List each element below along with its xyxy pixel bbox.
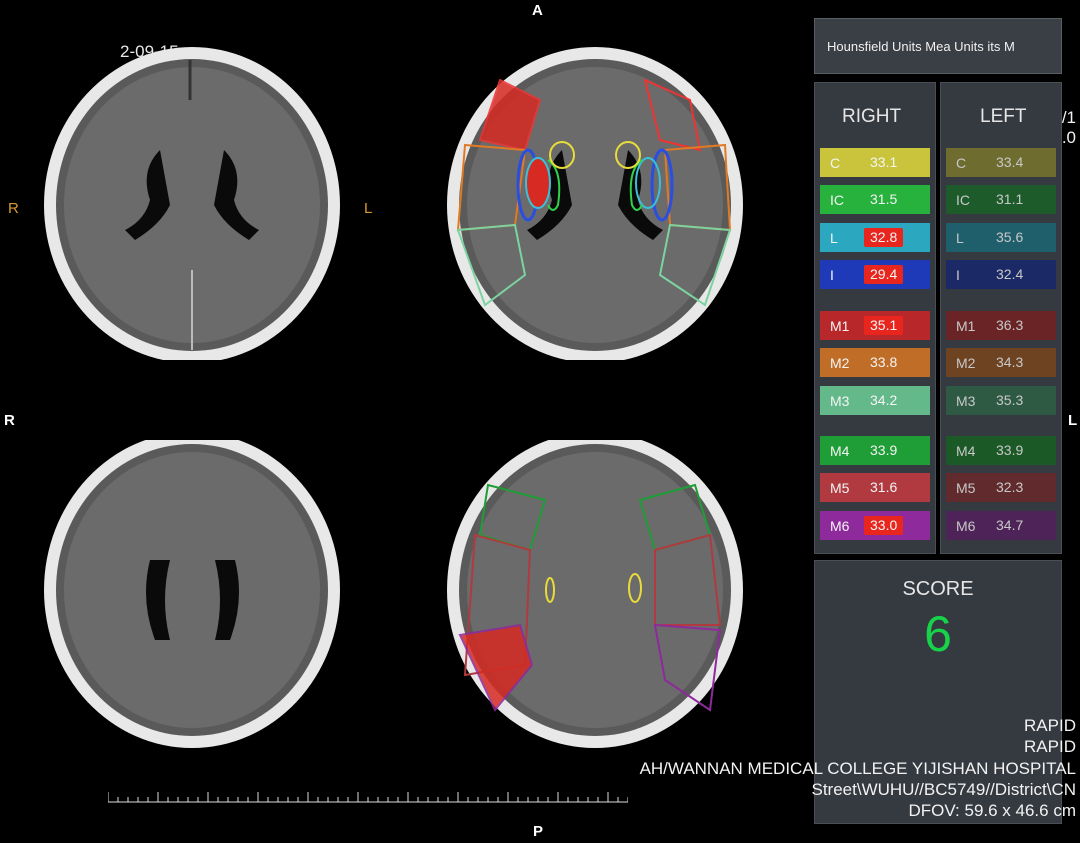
hu-row-value: 33.9 <box>996 442 1024 458</box>
hu-row-value: 35.6 <box>996 229 1024 245</box>
hu-row-value: 32.3 <box>996 479 1024 495</box>
hu-row-value: 33.9 <box>870 442 898 458</box>
hu-row-right-m3: M3 34.2 <box>820 386 930 415</box>
hu-row-right-m5: M5 31.6 <box>820 473 930 502</box>
hu-row-label: I <box>956 266 960 283</box>
scan-orientation-right: R <box>8 200 19 217</box>
hu-row-left-c: C 33.4 <box>946 148 1056 177</box>
hu-row-right-m2: M2 33.8 <box>820 348 930 377</box>
orientation-posterior: P <box>533 823 544 840</box>
hu-row-left-m3: M3 35.3 <box>946 386 1056 415</box>
hospital-address: Street\WUHU//BC5749//District\CN <box>811 780 1077 799</box>
hu-row-label: M5 <box>830 479 850 496</box>
hu-row-value: 33.8 <box>870 354 898 370</box>
hospital-name: AH/WANNAN MEDICAL COLLEGE YIJISHAN HOSPI… <box>639 759 1076 778</box>
hu-row-value: 29.4 <box>864 265 904 284</box>
left-panel-header: LEFT <box>980 106 1027 127</box>
hu-row-value: 34.3 <box>996 354 1024 370</box>
hu-row-left-i: I 32.4 <box>946 260 1056 289</box>
orientation-left: L <box>1068 412 1078 429</box>
hu-row-right-m1: M1 35.1 <box>820 311 930 340</box>
scale-ruler <box>108 792 628 803</box>
hu-row-label: M5 <box>956 479 976 496</box>
hu-row-left-ic: IC 31.1 <box>946 185 1056 214</box>
hu-row-value: 31.1 <box>996 191 1024 207</box>
hu-row-label: IC <box>830 191 844 208</box>
orientation-right: R <box>4 412 15 429</box>
hu-row-value: 34.7 <box>996 517 1024 533</box>
scan-orientation-left: L <box>364 200 373 217</box>
hu-row-label: M4 <box>956 442 976 459</box>
hu-row-label: C <box>830 154 841 171</box>
ct-scan-bottom-right-annotated[interactable] <box>440 440 760 760</box>
hu-row-label: M1 <box>956 317 976 334</box>
hu-row-right-l: L 32.8 <box>820 223 930 252</box>
hu-row-value: 33.4 <box>996 154 1024 170</box>
hu-row-value: 31.5 <box>870 191 898 207</box>
hu-row-label: M3 <box>830 392 850 409</box>
hu-row-label: M2 <box>830 354 850 371</box>
hu-row-label: M2 <box>956 354 976 371</box>
hu-row-label: M1 <box>830 317 850 334</box>
hu-row-right-m4: M4 33.9 <box>820 436 930 465</box>
hu-row-right-m6: M6 33.0 <box>820 511 930 540</box>
hu-row-label: M6 <box>956 517 976 534</box>
right-panel-header: RIGHT <box>842 106 902 127</box>
hu-row-left-m2: M2 34.3 <box>946 348 1056 377</box>
hu-row-value: 31.6 <box>870 479 898 495</box>
dfov-label: DFOV: 59.6 x 46.6 cm <box>908 801 1076 820</box>
hu-row-label: M6 <box>830 517 850 534</box>
hu-row-right-i: I 29.4 <box>820 260 930 289</box>
hu-row-label: I <box>830 266 834 283</box>
hu-row-label: M4 <box>830 442 850 459</box>
hu-row-value: 32.8 <box>864 228 904 247</box>
hu-row-value: 35.1 <box>864 316 904 335</box>
hu-row-left-m1: M1 36.3 <box>946 311 1056 340</box>
score-value: 6 <box>924 606 952 662</box>
hu-row-value: 36.3 <box>996 317 1024 333</box>
hu-row-value: 33.0 <box>864 516 904 535</box>
ct-scan-top-right-annotated[interactable] <box>440 40 760 360</box>
hounsfield-panel-title: Hounsfield Units Mea Units its M <box>814 18 1062 74</box>
hu-row-right-ic: IC 31.5 <box>820 185 930 214</box>
hu-row-label: M3 <box>956 392 976 409</box>
hu-row-label: L <box>830 229 838 246</box>
hu-row-value: 34.2 <box>870 392 898 408</box>
score-label: SCORE <box>902 578 974 600</box>
hu-row-right-c: C 33.1 <box>820 148 930 177</box>
rapid-label-1: RAPID <box>1024 716 1076 735</box>
hu-row-label: C <box>956 154 967 171</box>
hu-row-left-m6: M6 34.7 <box>946 511 1056 540</box>
hu-row-left-m4: M4 33.9 <box>946 436 1056 465</box>
hu-row-left-l: L 35.6 <box>946 223 1056 252</box>
hu-row-value: 32.4 <box>996 266 1024 282</box>
hu-row-value: 35.3 <box>996 392 1024 408</box>
hu-row-label: L <box>956 229 964 246</box>
hu-row-label: IC <box>956 191 970 208</box>
ct-scan-bottom-left[interactable] <box>40 440 350 760</box>
orientation-anterior: A <box>532 2 543 19</box>
hu-row-left-m5: M5 32.3 <box>946 473 1056 502</box>
rapid-label-2: RAPID <box>1024 737 1076 756</box>
hu-row-value: 33.1 <box>870 154 898 170</box>
scan-date: 2-09-15 <box>120 42 179 61</box>
ct-scan-top-left[interactable] <box>40 40 350 360</box>
